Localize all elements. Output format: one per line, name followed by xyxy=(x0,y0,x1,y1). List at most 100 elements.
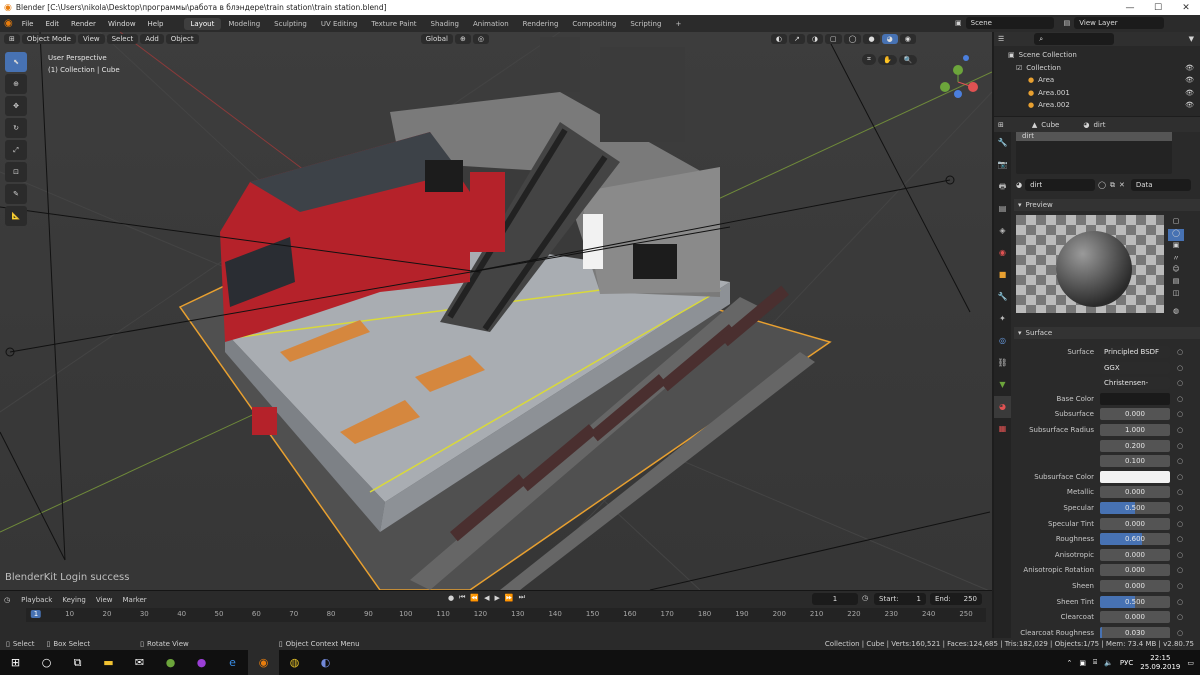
link-socket-icon[interactable]: ○ xyxy=(1176,457,1184,465)
material-tab-icon[interactable]: ◕ xyxy=(994,396,1011,418)
tab-shading[interactable]: Shading xyxy=(424,18,466,30)
link-socket-icon[interactable]: ○ xyxy=(1176,364,1184,372)
output-tab-icon[interactable]: 🖶 xyxy=(994,176,1011,198)
menu-help[interactable]: Help xyxy=(142,20,170,28)
menu-file[interactable]: File xyxy=(16,20,40,28)
discord-icon[interactable]: ◐ xyxy=(310,650,341,675)
scene-selector[interactable]: Scene xyxy=(965,17,1054,29)
preview-range-icon[interactable]: ◷ xyxy=(862,594,868,602)
proportional-edit-icon[interactable]: ◎ xyxy=(472,34,489,44)
subsurface-color-swatch[interactable] xyxy=(1100,470,1170,483)
shading-material-icon[interactable]: ◕ xyxy=(881,34,898,44)
texture-tab-icon[interactable]: ▦ xyxy=(994,418,1011,440)
rotate-tool-icon[interactable]: ↻ xyxy=(5,118,27,138)
filter-icon[interactable]: ▼ xyxy=(1189,35,1194,43)
base-color-swatch[interactable] xyxy=(1100,392,1170,405)
jump-start-icon[interactable]: ⏮ xyxy=(459,593,465,602)
transform-tool-icon[interactable]: ⊡ xyxy=(5,162,27,182)
property-slider[interactable]: 0.000 xyxy=(1100,548,1170,561)
3d-viewport[interactable]: ⊞ Object Mode View Select Add Object Glo… xyxy=(0,32,992,590)
eye-icon[interactable]: 👁 xyxy=(1185,99,1194,112)
object-tab-icon[interactable]: ■ xyxy=(994,264,1011,286)
properties-editor-icon[interactable]: ⊞ xyxy=(998,121,1004,129)
viewport-menu-select[interactable]: Select xyxy=(106,34,139,44)
preview-world-icon[interactable]: ◍ xyxy=(1168,307,1184,319)
tool-tab-icon[interactable]: 🔧 xyxy=(994,132,1011,154)
timeline-editor-icon[interactable]: ◷ xyxy=(4,596,10,604)
property-slider[interactable]: 0.000 xyxy=(1100,580,1170,592)
scene-tab-icon[interactable]: ◈ xyxy=(994,220,1011,242)
preview-cloth-icon[interactable]: ▤ xyxy=(1168,277,1184,289)
link-socket-icon[interactable]: ○ xyxy=(1176,551,1184,559)
material-slot-item[interactable]: dirt xyxy=(1016,132,1172,141)
link-socket-icon[interactable]: ○ xyxy=(1176,410,1184,418)
minimize-button[interactable]: — xyxy=(1116,0,1144,15)
property-slider[interactable]: 0.100 xyxy=(1100,455,1170,468)
timeline-menu-view[interactable]: View xyxy=(91,596,118,604)
property-slider[interactable]: 0.000 xyxy=(1100,611,1170,624)
chrome-icon[interactable]: ◍ xyxy=(279,650,310,675)
preview-sphere-icon[interactable]: ◯ xyxy=(1168,229,1184,241)
tab-layout[interactable]: Layout xyxy=(183,17,222,30)
outliner-editor-icon[interactable]: ☰ xyxy=(998,35,1004,43)
viewport-menu-add[interactable]: Add xyxy=(140,34,164,44)
property-slider[interactable]: 1.000 xyxy=(1100,424,1170,436)
fake-user-icon[interactable]: ◯ xyxy=(1098,181,1106,189)
tab-texture-paint[interactable]: Texture Paint xyxy=(364,18,423,30)
shading-wireframe-icon[interactable]: ◯ xyxy=(843,34,862,44)
link-socket-icon[interactable]: ○ xyxy=(1176,488,1184,496)
menu-window[interactable]: Window xyxy=(102,20,142,28)
scale-tool-icon[interactable]: ⤢ xyxy=(5,140,27,160)
tray-up-icon[interactable]: ⌃ xyxy=(1066,659,1072,667)
timeline-menu-marker[interactable]: Marker xyxy=(117,596,151,604)
clock[interactable]: 22:15 25.09.2019 xyxy=(1140,654,1180,672)
jump-end-icon[interactable]: ⏭ xyxy=(519,593,525,602)
property-dropdown[interactable]: GGX xyxy=(1100,361,1170,374)
property-slider[interactable]: 0.000 xyxy=(1100,517,1170,530)
unlink-icon[interactable]: ✕ xyxy=(1119,181,1125,189)
link-socket-icon[interactable]: ○ xyxy=(1176,442,1184,450)
menu-edit[interactable]: Edit xyxy=(39,20,65,28)
preview-panel-header[interactable]: ▾ Preview xyxy=(1014,199,1200,211)
start-frame-field[interactable]: Start: 1 xyxy=(874,593,926,605)
physics-tab-icon[interactable]: ◎ xyxy=(994,330,1011,352)
preview-cube-icon[interactable]: ▣ xyxy=(1168,241,1184,253)
file-explorer-icon[interactable]: ▬ xyxy=(93,650,124,675)
link-socket-icon[interactable]: ○ xyxy=(1176,613,1184,621)
collection-row[interactable]: ☑ Collection 👁 xyxy=(1008,62,1200,75)
link-socket-icon[interactable]: ○ xyxy=(1176,566,1184,574)
preview-monkey-icon[interactable]: ☺ xyxy=(1168,265,1184,277)
timeline-menu-keying[interactable]: Keying xyxy=(57,596,91,604)
surface-panel-header[interactable]: ▾ Surface xyxy=(1014,327,1200,339)
move-tool-icon[interactable]: ✥ xyxy=(5,96,27,116)
outliner-item[interactable]: ● Area 👁 xyxy=(1008,74,1200,87)
current-frame-field[interactable]: 1 xyxy=(812,593,858,605)
orientation-dropdown[interactable]: Global xyxy=(420,34,453,44)
link-socket-icon[interactable]: ○ xyxy=(1176,520,1184,528)
property-slider[interactable]: 0.030 xyxy=(1100,626,1170,639)
volume-icon[interactable]: 🔈 xyxy=(1104,659,1113,667)
property-slider[interactable]: 0.500 xyxy=(1100,502,1170,514)
search-icon[interactable]: ○ xyxy=(31,650,62,675)
task-view-icon[interactable]: ⧉ xyxy=(62,650,93,675)
measure-tool-icon[interactable]: 📐 xyxy=(5,206,27,226)
link-socket-icon[interactable]: ○ xyxy=(1176,535,1184,543)
link-socket-icon[interactable]: ○ xyxy=(1176,426,1184,434)
property-dropdown[interactable]: Christensen-Burley xyxy=(1100,377,1170,390)
link-socket-icon[interactable]: ○ xyxy=(1176,504,1184,512)
app-purple-icon[interactable]: ● xyxy=(186,650,217,675)
property-slider[interactable]: 0.000 xyxy=(1100,486,1170,499)
link-socket-icon[interactable]: ○ xyxy=(1176,395,1184,403)
duplicate-icon[interactable]: ⧉ xyxy=(1110,181,1115,190)
editor-type-icon[interactable]: ⊞ xyxy=(4,34,20,44)
checkbox-icon[interactable]: ☑ xyxy=(1016,62,1022,75)
menu-render[interactable]: Render xyxy=(65,20,102,28)
tab-uv-editing[interactable]: UV Editing xyxy=(314,18,365,30)
outliner-item[interactable]: ● Area.002 👁 xyxy=(1008,99,1200,112)
preview-hair-icon[interactable]: 〃 xyxy=(1168,253,1184,265)
close-button[interactable]: ✕ xyxy=(1172,0,1200,15)
property-slider[interactable]: 0.200 xyxy=(1100,439,1170,452)
material-browse-icon[interactable]: ◕ xyxy=(1016,181,1022,189)
tab-animation[interactable]: Animation xyxy=(466,18,516,30)
view-layer-tab-icon[interactable]: ▤ xyxy=(994,198,1011,220)
